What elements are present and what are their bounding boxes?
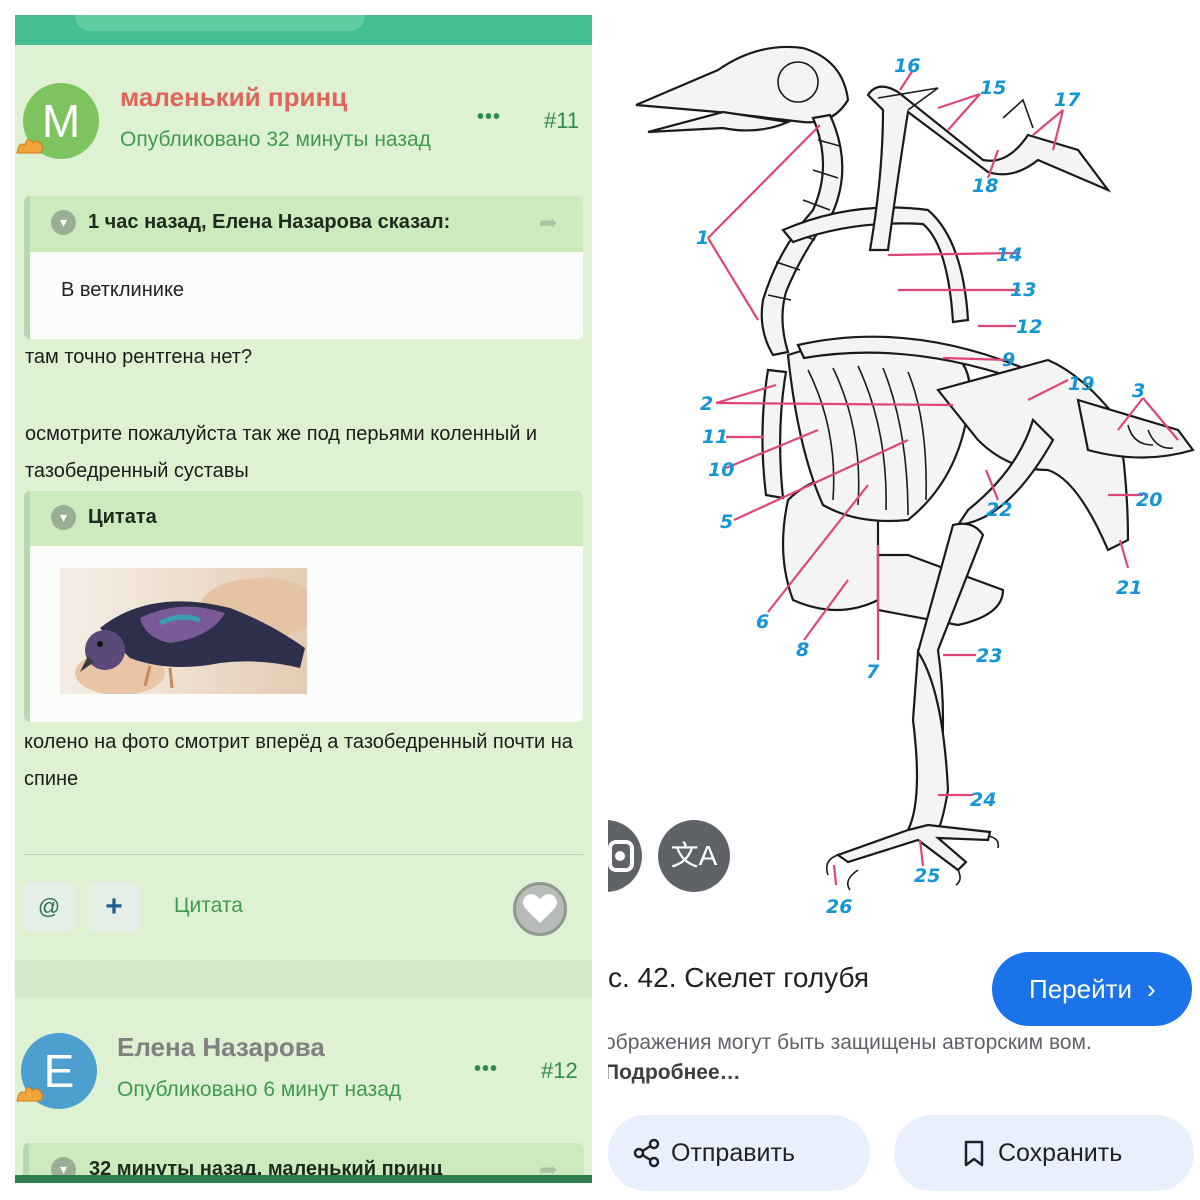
label-7: 7 <box>866 661 880 683</box>
save-button[interactable]: Сохранить <box>894 1115 1194 1191</box>
quote-header[interactable]: ▾ 1 час назад, Елена Назарова сказал: ➦ <box>30 196 583 252</box>
chevron-right-icon: › <box>1147 974 1156 1004</box>
chevron-down-icon[interactable]: ▾ <box>51 505 76 530</box>
mention-button[interactable]: @ <box>24 882 74 932</box>
label-26: 26 <box>826 896 852 918</box>
more-options-icon[interactable]: ••• <box>477 106 501 129</box>
label-17: 17 <box>1054 89 1081 111</box>
label-1: 1 <box>696 227 709 249</box>
label-19: 19 <box>1068 373 1094 395</box>
label-18: 18 <box>972 175 998 197</box>
add-button[interactable]: + <box>89 882 139 932</box>
translate-icon: 文A <box>670 840 718 871</box>
pigeon-skeleton-illustration[interactable]: 1 2 3 5 6 7 8 9 10 11 12 13 14 15 16 17 … <box>608 0 1200 940</box>
flame-badge-icon <box>15 1081 45 1107</box>
label-22: 22 <box>986 499 1012 521</box>
goto-label: Перейти <box>1029 974 1133 1004</box>
translate-button[interactable]: 文A <box>658 820 730 892</box>
bottom-edge <box>15 1175 592 1183</box>
lens-button[interactable] <box>608 820 642 892</box>
quote-title: Цитата <box>88 506 157 528</box>
label-3: 3 <box>1132 380 1145 402</box>
label-8: 8 <box>796 639 809 661</box>
copyright-notice: ображения могут быть защищены авторским … <box>608 1028 1114 1088</box>
post-text: там точно рентгена нет? <box>25 346 253 368</box>
label-12: 12 <box>1016 316 1042 338</box>
heart-icon <box>523 894 557 923</box>
author-name[interactable]: маленький принц <box>120 82 347 113</box>
label-13: 13 <box>1010 279 1036 301</box>
post-number[interactable]: #11 <box>544 108 579 134</box>
label-25: 25 <box>914 865 940 887</box>
post-separator <box>15 960 592 997</box>
flame-badge-icon <box>15 133 45 159</box>
forum-panel: M маленький принц Опубликовано 32 минуты… <box>15 15 592 1183</box>
save-label: Сохранить <box>998 1139 1123 1167</box>
label-23: 23 <box>976 645 1002 667</box>
more-options-icon[interactable]: ••• <box>474 1058 498 1081</box>
send-button[interactable]: Отправить <box>608 1115 870 1191</box>
bird-photo[interactable] <box>60 568 307 694</box>
share-icon <box>633 1138 660 1168</box>
quote-header[interactable]: ▾ Цитата <box>30 491 583 546</box>
top-bar <box>15 15 592 45</box>
label-10: 10 <box>708 459 734 481</box>
author-name[interactable]: Елена Назарова <box>117 1032 325 1063</box>
search-pill[interactable] <box>75 15 365 31</box>
like-button[interactable] <box>513 882 567 936</box>
notice-text: ображения могут быть защищены авторским … <box>608 1031 1092 1054</box>
quote-button[interactable]: Цитата <box>174 894 243 918</box>
label-15: 15 <box>980 77 1006 99</box>
quote-title: 1 час назад, Елена Назарова сказал: <box>88 211 451 233</box>
lens-icon <box>608 840 634 872</box>
post-text: осмотрите пожалуйста так же под перьями … <box>25 423 538 482</box>
label-11: 11 <box>702 426 728 448</box>
post-timestamp[interactable]: Опубликовано 6 минут назад <box>117 1078 401 1102</box>
label-16: 16 <box>894 55 920 77</box>
label-9: 9 <box>1002 349 1015 371</box>
divider <box>23 854 583 855</box>
label-20: 20 <box>1136 489 1162 511</box>
bookmark-icon <box>964 1140 984 1167</box>
label-24: 24 <box>970 789 996 811</box>
label-5: 5 <box>720 511 733 533</box>
quote-block: ▾ Цитата <box>24 491 583 722</box>
label-2: 2 <box>700 393 713 415</box>
label-6: 6 <box>756 611 769 633</box>
goto-button[interactable]: Перейти › <box>992 952 1192 1026</box>
chevron-down-icon[interactable]: ▾ <box>51 210 76 235</box>
image-viewer-panel: 1 2 3 5 6 7 8 9 10 11 12 13 14 15 16 17 … <box>608 0 1200 1200</box>
share-arrow-icon[interactable]: ➦ <box>539 210 557 236</box>
post-timestamp[interactable]: Опубликовано 32 минуты назад <box>120 128 431 152</box>
learn-more-link[interactable]: Подробнее… <box>608 1061 741 1084</box>
label-21: 21 <box>1116 577 1142 599</box>
quote-text: В ветклинике <box>61 279 185 301</box>
label-14: 14 <box>996 244 1022 266</box>
quote-block: ▾ 1 час назад, Елена Назарова сказал: ➦ … <box>24 196 583 339</box>
post-number[interactable]: #12 <box>541 1058 578 1084</box>
image-caption: с. 42. Скелет голубя <box>608 962 870 993</box>
post-text: колено на фото смотрит вперёд а тазобедр… <box>24 731 573 790</box>
send-label: Отправить <box>671 1139 795 1167</box>
